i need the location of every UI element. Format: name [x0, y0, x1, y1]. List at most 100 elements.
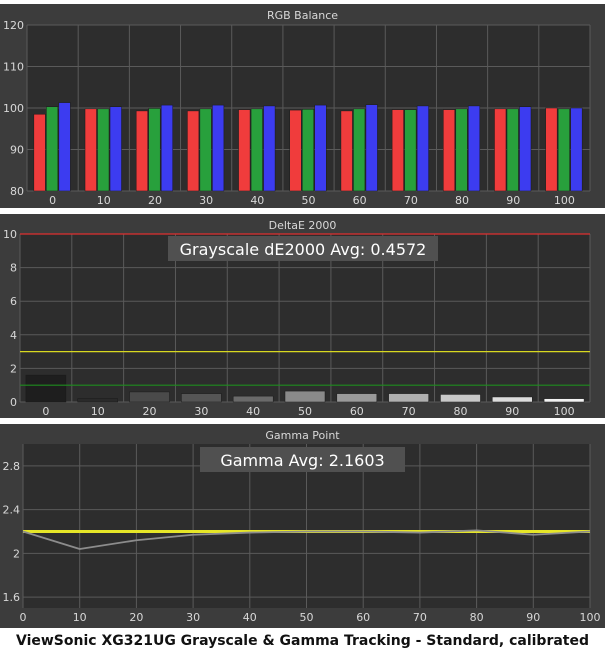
- deltae-bar: [543, 398, 585, 403]
- rgb-bar-blue: [58, 102, 71, 192]
- deltae-bar: [25, 374, 67, 403]
- x-tick-label: 40: [246, 405, 260, 418]
- x-tick-label: 80: [453, 405, 467, 418]
- rgb-bar-green: [199, 108, 212, 192]
- x-tick-label: 90: [505, 405, 519, 418]
- deltae-bar: [284, 390, 326, 403]
- x-tick-label: 80: [470, 611, 484, 624]
- rgb-bar-green: [46, 106, 59, 192]
- chart-title-3: Gamma Point: [265, 429, 340, 442]
- rgb-bar-blue: [519, 106, 532, 192]
- y-tick-label: 1.6: [3, 591, 21, 604]
- x-tick-label: 70: [413, 611, 427, 624]
- deltae-bar: [181, 393, 222, 403]
- y-tick-label: 8: [10, 262, 17, 275]
- x-tick-label: 30: [199, 194, 213, 207]
- rgb-bar-red: [340, 110, 353, 192]
- x-tick-label: 90: [506, 194, 520, 207]
- y-tick-label: 2.8: [3, 460, 21, 473]
- rgb-bar-green: [353, 108, 366, 192]
- x-tick-label: 50: [300, 611, 314, 624]
- rgb-bar-red: [135, 110, 148, 192]
- x-tick-label: 80: [455, 194, 469, 207]
- y-tick-label: 110: [3, 61, 24, 74]
- rgb-bar-blue: [570, 107, 583, 192]
- x-tick-label: 50: [298, 405, 312, 418]
- x-tick-label: 60: [356, 611, 370, 624]
- rgb-bar-blue: [212, 104, 225, 192]
- rgb-bar-blue: [416, 105, 429, 192]
- y-tick-label: 2.4: [3, 504, 21, 517]
- x-tick-label: 10: [91, 405, 105, 418]
- y-tick-label: 10: [3, 228, 17, 241]
- x-tick-label: 20: [143, 405, 157, 418]
- deltae-bar: [388, 393, 429, 403]
- rgb-bar-blue: [160, 104, 173, 192]
- rgb-bar-red: [545, 107, 558, 192]
- y-tick-label: 100: [3, 102, 24, 115]
- x-tick-label: 40: [243, 611, 257, 624]
- rgb-bar-blue: [314, 104, 327, 192]
- charts-svg: RGB Balance80901001101200 10 20 30 40 50 60 70 8…: [0, 4, 605, 628]
- rgb-bar-green: [250, 108, 263, 192]
- x-tick-label: 50: [302, 194, 316, 207]
- rgb-bar-green: [148, 108, 161, 192]
- x-tick-label: 20: [148, 194, 162, 207]
- chart-title-1: RGB Balance: [267, 9, 338, 22]
- figure-caption: ViewSonic XG321UG Grayscale & Gamma Trac…: [15, 633, 590, 649]
- x-tick-label: 100: [554, 405, 575, 418]
- x-tick-label: 10: [97, 194, 111, 207]
- rgb-bar-blue: [365, 104, 378, 192]
- rgb-bar-green: [302, 108, 314, 192]
- rgb-bar-green: [97, 108, 110, 192]
- y-tick-label: 2: [10, 362, 17, 375]
- x-tick-label: 20: [129, 611, 143, 624]
- rgb-bar-red: [238, 109, 251, 192]
- figure: RGB Balance 80 90 100 110 120 0 10 20 30 40 50 60 70 8…: [0, 0, 605, 652]
- rgb-bar-red: [187, 110, 200, 192]
- x-tick-label: 60: [350, 405, 364, 418]
- rgb-bar-green: [404, 109, 417, 192]
- annotation-text: Gamma Avg: 2.1603: [220, 451, 384, 470]
- deltae-bar: [440, 394, 481, 403]
- y-tick-label: 0: [10, 396, 17, 409]
- x-tick-label: 10: [73, 611, 87, 624]
- rgb-bar-green: [455, 108, 468, 192]
- x-tick-label: 30: [186, 611, 200, 624]
- annotation-text: Grayscale dE2000 Avg: 0.4572: [180, 240, 427, 259]
- x-tick-label: 100: [580, 611, 601, 624]
- x-tick-label: 70: [404, 194, 418, 207]
- x-tick-label: 40: [250, 194, 264, 207]
- x-tick-label: 0: [49, 194, 56, 207]
- deltae-bar: [129, 391, 170, 403]
- x-tick-label: 30: [194, 405, 208, 418]
- x-tick-label: 100: [554, 194, 575, 207]
- deltae-bar: [336, 393, 378, 403]
- rgb-bar-red: [494, 108, 507, 192]
- y-tick-label: 120: [3, 19, 24, 32]
- rgb-bar-red: [391, 109, 404, 192]
- rgb-bar-blue: [109, 106, 122, 192]
- deltae-bar: [232, 395, 274, 403]
- x-tick-label: 70: [402, 405, 416, 418]
- y-tick-label: 2: [13, 547, 20, 560]
- rgb-bar-blue: [468, 105, 481, 192]
- y-tick-label: 4: [10, 329, 17, 342]
- deltae-bar: [77, 398, 118, 403]
- rgb-bar-red: [84, 108, 97, 192]
- x-tick-label: 60: [353, 194, 367, 207]
- deltae-bar: [492, 396, 533, 403]
- y-tick-label: 90: [10, 144, 24, 157]
- x-tick-label: 0: [20, 611, 27, 624]
- rgb-bar-red: [289, 109, 302, 192]
- x-tick-label: 90: [526, 611, 540, 624]
- y-tick-label: 80: [10, 185, 24, 198]
- y-tick-label: 6: [10, 295, 17, 308]
- rgb-bar-green: [557, 108, 570, 192]
- rgb-bar-blue: [263, 105, 276, 192]
- rgb-bar-green: [506, 108, 519, 192]
- chart-title-2: DeltaE 2000: [269, 219, 337, 232]
- x-tick-label: 0: [42, 405, 49, 418]
- rgb-bar-red: [443, 109, 456, 192]
- rgb-bar-red: [33, 113, 46, 192]
